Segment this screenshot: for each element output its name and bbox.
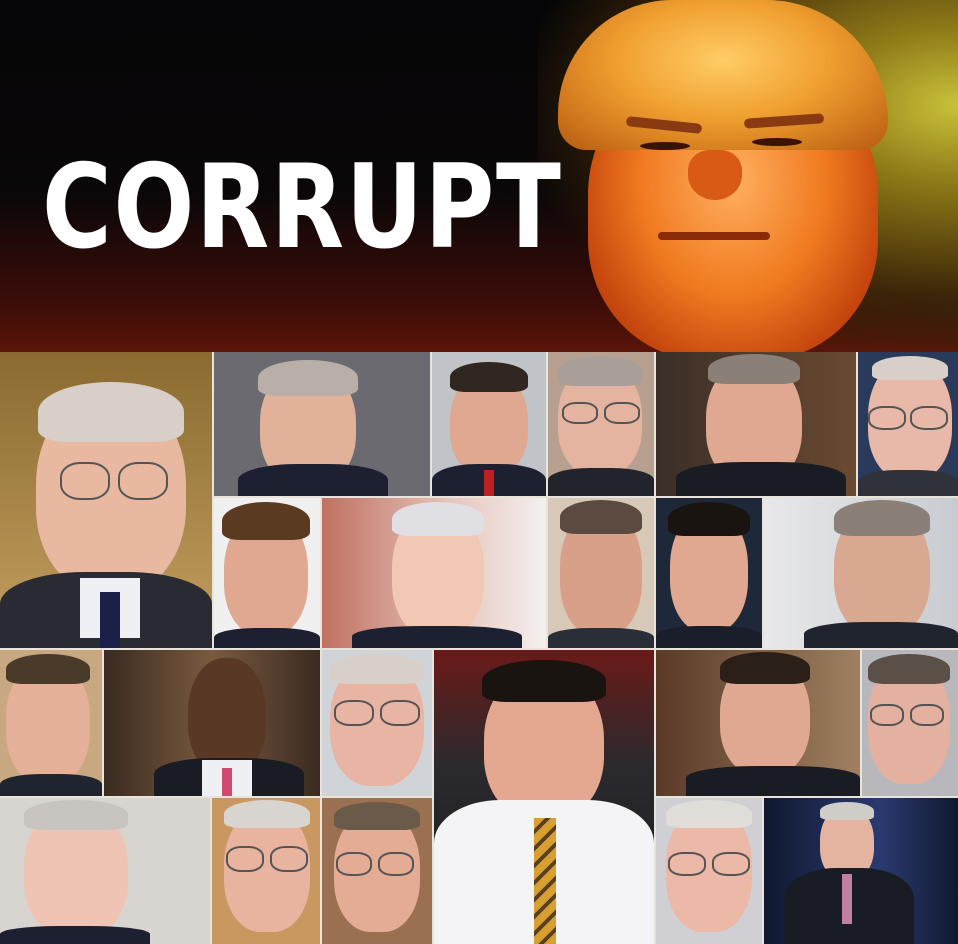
portrait-tile: [322, 798, 432, 944]
headline-text: CORRUPT: [42, 140, 563, 275]
portrait-tile: [0, 798, 210, 944]
portrait-tile: [0, 650, 102, 796]
hero-eye-left: [640, 142, 690, 150]
portrait-tile: [214, 498, 320, 648]
hero-portrait: [548, 0, 908, 352]
portrait-tile: [434, 650, 654, 944]
portrait-tile: [214, 352, 430, 496]
portrait-tile: [858, 352, 958, 496]
portrait-tile: [104, 650, 320, 796]
portrait-tile: [764, 498, 958, 648]
hero-mouth: [658, 232, 770, 240]
portrait-tile: [0, 352, 212, 648]
portrait-tile: [322, 498, 546, 648]
portrait-tile: [656, 498, 762, 648]
portrait-tile: [432, 352, 546, 496]
banner: CORRUPT: [0, 0, 958, 352]
hero-nose: [688, 150, 742, 200]
portrait-tile: [862, 650, 958, 796]
portrait-grid: [0, 352, 958, 944]
portrait-tile: [548, 498, 654, 648]
portrait-tile: [548, 352, 654, 496]
portrait-tile: [656, 798, 762, 944]
hero-hair: [558, 0, 888, 150]
portrait-tile: [764, 798, 958, 944]
portrait-tile: [212, 798, 320, 944]
portrait-tile: [656, 650, 860, 796]
hero-eye-right: [752, 138, 802, 146]
portrait-tile: [656, 352, 856, 496]
portrait-tile: [322, 650, 432, 796]
